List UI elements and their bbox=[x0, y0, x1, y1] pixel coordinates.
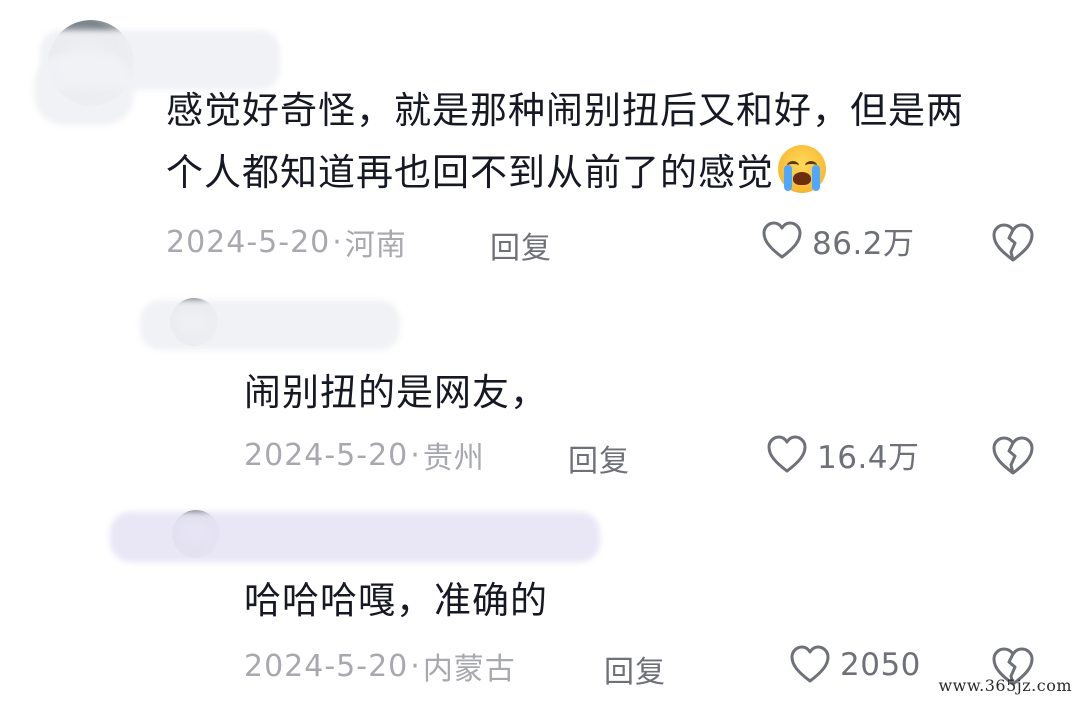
comment-text-line: 个人都知道再也回不到从前了的感觉 bbox=[166, 142, 964, 204]
like-button[interactable]: 16.4万 bbox=[765, 432, 920, 477]
comment-location: 内蒙古 bbox=[422, 652, 516, 687]
comment-text-line: 感觉好奇怪，就是那种闹别扭后又和好，但是两 bbox=[166, 89, 964, 132]
like-count: 86.2万 bbox=[812, 226, 915, 262]
redacted-username bbox=[110, 512, 600, 562]
heart-outline-icon bbox=[762, 221, 802, 258]
comment-date: 2024-5-20 bbox=[244, 437, 409, 473]
like-count: 16.4万 bbox=[817, 440, 920, 476]
broken-heart-icon[interactable] bbox=[990, 220, 1036, 266]
comment-meta: 2024-5-20 · 贵州 bbox=[244, 430, 485, 480]
meta-separator: · bbox=[410, 648, 421, 684]
redacted-avatar-overlay bbox=[34, 55, 134, 125]
reply-button[interactable]: 回复 bbox=[568, 436, 630, 480]
comment-text: 闹别扭的是网友， bbox=[244, 362, 548, 424]
comment-location: 贵州 bbox=[422, 441, 485, 476]
meta-separator: · bbox=[332, 224, 343, 260]
comment-meta: 2024-5-20 · 内蒙古 bbox=[244, 641, 516, 691]
redacted-username bbox=[140, 300, 400, 350]
like-count: 2050 bbox=[840, 647, 921, 683]
comment-text-line: 哈哈哈嘎，准确的 bbox=[244, 579, 548, 622]
watermark: www.365jz.com bbox=[938, 676, 1072, 695]
heart-outline-icon bbox=[790, 645, 830, 683]
comment-date: 2024-5-20 bbox=[166, 224, 331, 260]
comment-date: 2024-5-20 bbox=[244, 648, 409, 684]
meta-separator: · bbox=[410, 437, 421, 473]
comment-text: 哈哈哈嘎，准确的 bbox=[244, 570, 548, 632]
reply-button[interactable]: 回复 bbox=[604, 647, 666, 691]
like-button[interactable]: 86.2万 bbox=[760, 218, 915, 263]
comment-text: 感觉好奇怪，就是那种闹别扭后又和好，但是两 个人都知道再也回不到从前了的感觉 bbox=[166, 80, 964, 204]
crying-face-icon bbox=[778, 145, 826, 193]
reply-button[interactable]: 回复 bbox=[490, 223, 552, 267]
broken-heart-icon[interactable] bbox=[990, 433, 1036, 479]
comment-thread: 感觉好奇怪，就是那种闹别扭后又和好，但是两 个人都知道再也回不到从前了的感觉 2… bbox=[0, 0, 1080, 703]
comment-meta: 2024-5-20 · 河南 bbox=[166, 217, 407, 267]
comment-location: 河南 bbox=[344, 228, 407, 263]
comment-text-line: 闹别扭的是网友， bbox=[244, 371, 548, 414]
like-button[interactable]: 2050 bbox=[788, 643, 921, 687]
heart-outline-icon bbox=[767, 435, 807, 472]
